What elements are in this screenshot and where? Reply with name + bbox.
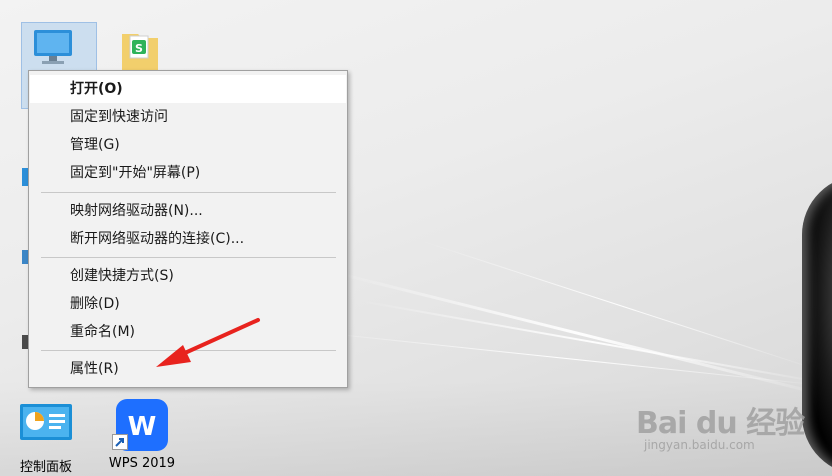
shortcut-arrow-icon — [112, 434, 128, 454]
control-panel-icon[interactable] — [18, 402, 74, 448]
baidu-watermark: Bai du 经验 jingyan.baidu.com — [636, 398, 805, 452]
control-panel-label: 控制面板 — [19, 460, 72, 475]
watermark-url: jingyan.baidu.com — [644, 438, 755, 452]
wps-logo-glyph: W — [128, 412, 157, 442]
wps-label: WPS 2019 — [108, 456, 176, 471]
watermark-brand: Bai du 经验 — [636, 406, 805, 441]
